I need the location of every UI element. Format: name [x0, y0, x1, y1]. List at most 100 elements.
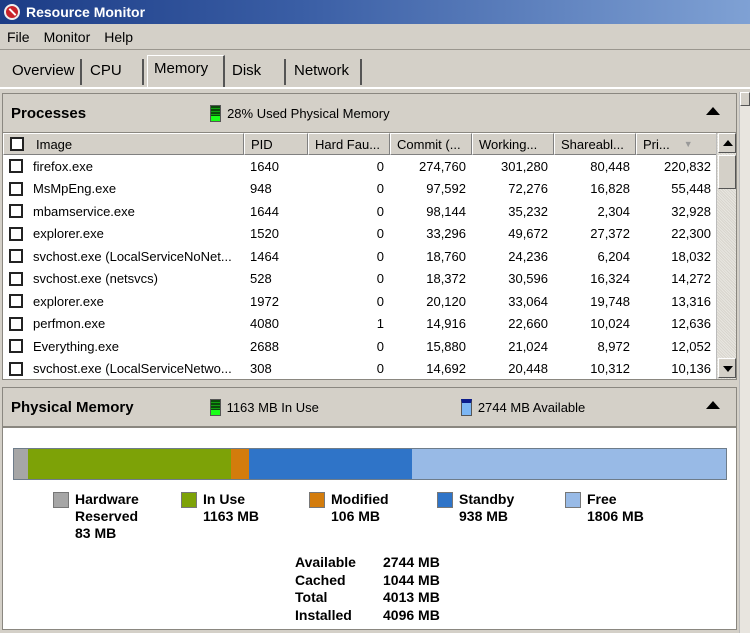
- summary-value: 2744 MB: [383, 554, 440, 570]
- process-name: svchost.exe (netsvcs): [33, 271, 158, 287]
- table-row[interactable]: MsMpEng.exe 948 0 97,592 72,276 16,828 55,448: [3, 178, 717, 201]
- cell-pid: 528: [250, 271, 272, 287]
- physical-memory-header[interactable]: Physical Memory 1163 MB In Use 2744 MB A…: [2, 387, 737, 427]
- row-checkbox[interactable]: [9, 316, 23, 331]
- legend-swatch: [53, 492, 69, 508]
- scroll-thumb[interactable]: [718, 155, 736, 189]
- table-row[interactable]: explorer.exe 1972 0 20,120 33,064 19,748 13,31…: [3, 290, 717, 313]
- cell-commit: 274,760: [419, 158, 466, 174]
- scroll-up-button[interactable]: [718, 133, 736, 153]
- table-scrollbar[interactable]: [716, 133, 736, 379]
- scroll-up-button[interactable]: [740, 92, 750, 106]
- cell-image: svchost.exe (LocalServiceNoNet...: [3, 249, 244, 264]
- cell-private: 13,316: [671, 293, 711, 309]
- column-commit[interactable]: Commit (...: [390, 133, 472, 155]
- collapse-processes-icon[interactable]: [706, 107, 720, 115]
- window-title: Resource Monitor: [26, 4, 146, 20]
- bar-segment-free: [412, 449, 726, 479]
- cell-commit: 18,372: [426, 271, 466, 287]
- process-name: svchost.exe (LocalServiceNetwo...: [33, 361, 232, 377]
- column-image[interactable]: Image: [3, 133, 244, 155]
- cell-private: 18,032: [671, 248, 711, 264]
- summary-row: Total 4013 MB: [295, 589, 440, 607]
- cell-commit: 14,916: [426, 316, 466, 332]
- cell-pid: 1464: [250, 248, 279, 264]
- cell-image: MsMpEng.exe: [3, 181, 244, 196]
- cell-working: 24,236: [508, 248, 548, 264]
- cell-working: 30,596: [508, 271, 548, 287]
- process-name: MsMpEng.exe: [33, 181, 117, 197]
- row-checkbox[interactable]: [9, 249, 23, 264]
- table-row[interactable]: explorer.exe 1520 0 33,296 49,672 27,372 22,30…: [3, 223, 717, 246]
- cell-hard-faults: 0: [376, 181, 384, 197]
- cell-commit: 33,296: [426, 226, 466, 242]
- table-header: Image PID Hard Fau... Commit (... Workin…: [3, 133, 717, 155]
- cell-image: Everything.exe: [3, 339, 244, 354]
- process-name: explorer.exe: [33, 293, 104, 309]
- column-pid[interactable]: PID: [244, 133, 308, 155]
- processes-header[interactable]: Processes 28% Used Physical Memory: [2, 93, 737, 133]
- column-private[interactable]: Pri... ▼: [636, 133, 717, 155]
- menu-monitor[interactable]: Monitor: [37, 29, 98, 45]
- menu-bar: File Monitor Help: [0, 24, 750, 50]
- table-row[interactable]: svchost.exe (LocalServiceNoNet... 1464 0 18…: [3, 245, 717, 268]
- column-shareable[interactable]: Shareabl...: [554, 133, 636, 155]
- cell-shareable: 10,312: [590, 361, 630, 377]
- collapse-physical-memory-icon[interactable]: [706, 401, 720, 409]
- tab-disk[interactable]: Disk: [226, 59, 286, 85]
- row-checkbox[interactable]: [9, 271, 23, 286]
- tab-cpu[interactable]: CPU: [84, 59, 144, 85]
- process-name: firefox.exe: [33, 158, 93, 174]
- cell-private: 14,272: [671, 271, 711, 287]
- tab-memory[interactable]: Memory: [147, 55, 225, 87]
- row-checkbox[interactable]: [9, 339, 23, 354]
- cell-pid: 1644: [250, 203, 279, 219]
- legend-swatch: [309, 492, 325, 508]
- table-row[interactable]: firefox.exe 1640 0 274,760 301,280 80,448 220,…: [3, 155, 717, 178]
- row-checkbox[interactable]: [9, 361, 23, 376]
- processes-status: 28% Used Physical Memory: [227, 105, 390, 121]
- select-all-checkbox[interactable]: [10, 137, 24, 151]
- row-checkbox[interactable]: [9, 204, 23, 219]
- summary-row: Installed 4096 MB: [295, 607, 440, 625]
- cell-pid: 948: [250, 181, 272, 197]
- cell-working: 35,232: [508, 203, 548, 219]
- cell-shareable: 6,204: [597, 248, 630, 264]
- sort-descending-icon: ▼: [683, 139, 693, 149]
- tab-network[interactable]: Network: [288, 59, 362, 85]
- column-hard-faults[interactable]: Hard Fau...: [308, 133, 390, 155]
- table-row[interactable]: mbamservice.exe 1644 0 98,144 35,232 2,304 32,…: [3, 200, 717, 223]
- scroll-down-button[interactable]: [718, 358, 736, 378]
- cell-image: explorer.exe: [3, 294, 244, 309]
- tab-overview[interactable]: Overview: [6, 59, 82, 85]
- cell-private: 55,448: [671, 181, 711, 197]
- cell-working: 72,276: [508, 181, 548, 197]
- column-working-set[interactable]: Working...: [472, 133, 554, 155]
- summary-value: 4013 MB: [383, 589, 440, 605]
- row-checkbox[interactable]: [9, 181, 23, 196]
- cell-pid: 1972: [250, 293, 279, 309]
- menu-help[interactable]: Help: [97, 29, 140, 45]
- cell-private: 12,636: [671, 316, 711, 332]
- main-scrollbar[interactable]: [739, 92, 750, 633]
- cell-shareable: 8,972: [597, 338, 630, 354]
- cell-private: 12,052: [671, 338, 711, 354]
- legend-line: Standby: [459, 491, 515, 507]
- table-row[interactable]: svchost.exe (netsvcs) 528 0 18,372 30,596 16,…: [3, 268, 717, 291]
- cell-pid: 1520: [250, 226, 279, 242]
- table-row[interactable]: svchost.exe (LocalServiceNetwo... 308 0 14,…: [3, 358, 717, 381]
- cell-working: 21,024: [508, 338, 548, 354]
- legend-line: Free: [587, 491, 617, 507]
- bar-segment-standby: [249, 449, 413, 479]
- cell-hard-faults: 0: [376, 158, 384, 174]
- table-row[interactable]: perfmon.exe 4080 1 14,916 22,660 10,024 12,636: [3, 313, 717, 336]
- memory-summary: Available 2744 MB Cached 1044 MB Total 4013 M…: [295, 554, 440, 624]
- cell-working: 20,448: [508, 361, 548, 377]
- row-checkbox[interactable]: [9, 294, 23, 309]
- table-row[interactable]: Everything.exe 2688 0 15,880 21,024 8,972 12,0…: [3, 335, 717, 358]
- row-checkbox[interactable]: [9, 226, 23, 241]
- menu-file[interactable]: File: [0, 29, 37, 45]
- summary-row: Cached 1044 MB: [295, 572, 440, 590]
- row-checkbox[interactable]: [9, 159, 23, 174]
- in-use-meter-icon: [209, 398, 221, 416]
